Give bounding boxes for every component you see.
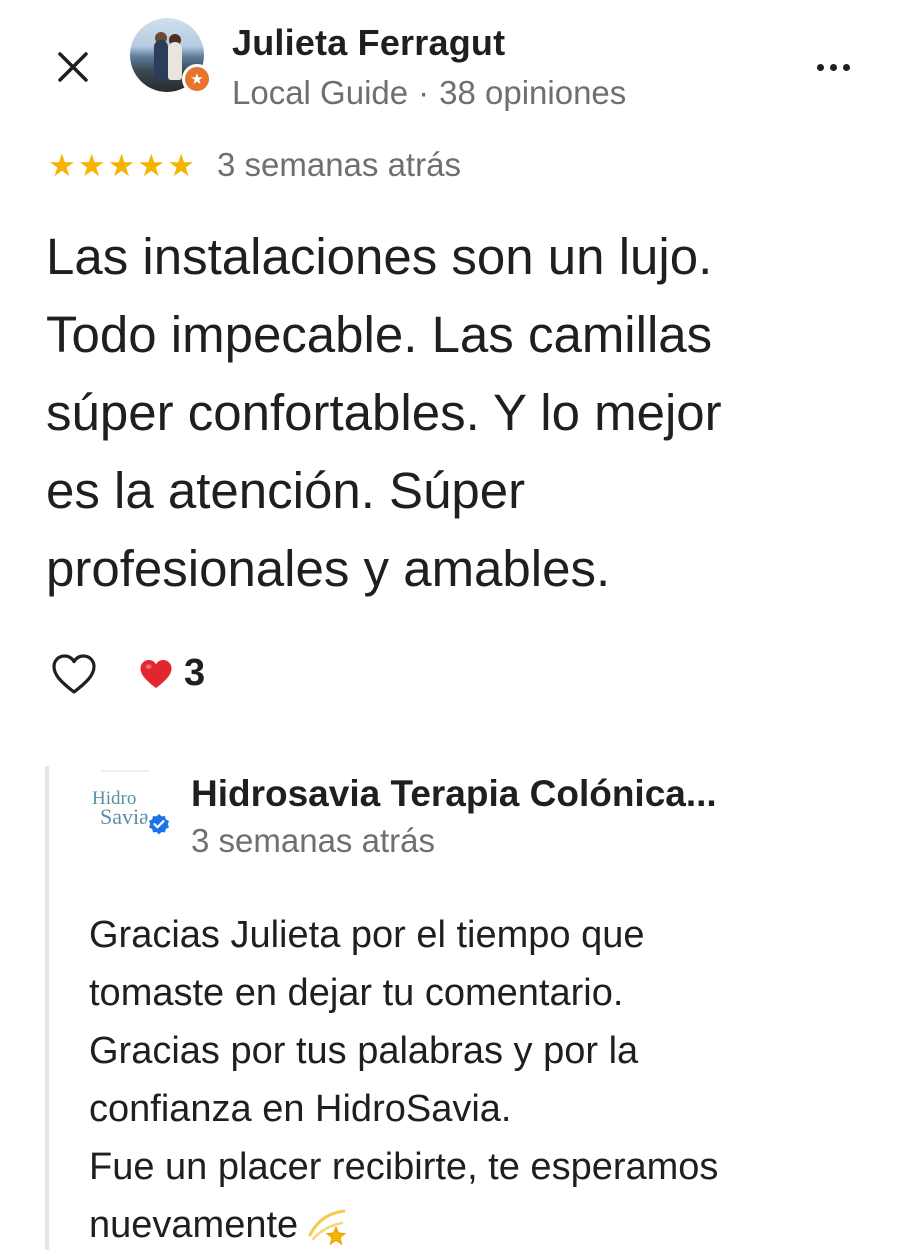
review-date: 3 semanas atrás xyxy=(216,146,461,183)
reaction-summary[interactable]: 3 xyxy=(138,652,205,695)
star-icon: ★ xyxy=(137,147,166,183)
owner-reply-text: Gracias Julieta por el tiempo que tomast… xyxy=(89,906,869,1250)
star-icon: ★ xyxy=(77,147,106,183)
red-heart-icon xyxy=(138,656,174,692)
owner-name[interactable]: Hidrosavia Terapia Colónica... xyxy=(191,773,717,815)
dizzy-star-emoji-icon xyxy=(304,1204,350,1246)
star-icon: ★ xyxy=(167,147,195,183)
owner-reply-body: Gracias Julieta por el tiempo que tomast… xyxy=(89,914,719,1246)
local-guide-badge-icon: ★ xyxy=(182,64,212,94)
owner-reply-date: 3 semanas atrás xyxy=(191,822,435,859)
reviews-count: 38 opiniones xyxy=(439,74,627,111)
star-rating: ★ ★ ★ ★ ★ xyxy=(48,150,195,181)
star-icon: ★ xyxy=(107,147,136,183)
like-button[interactable] xyxy=(48,650,100,698)
close-button[interactable] xyxy=(52,46,94,88)
close-icon xyxy=(58,52,88,82)
reviewer-avatar[interactable]: ★ xyxy=(130,18,212,94)
verified-check-icon xyxy=(146,812,172,838)
heart-outline-icon xyxy=(52,654,96,694)
reviewer-name[interactable]: Julieta Ferragut xyxy=(232,22,505,64)
reaction-count: 3 xyxy=(184,652,206,694)
review-text: Las instalaciones son un lujo. Todo impe… xyxy=(46,228,722,597)
star-icon: ★ xyxy=(48,147,76,183)
local-guide-label: Local Guide xyxy=(232,74,409,111)
more-options-button[interactable] xyxy=(800,45,866,89)
rating-row: ★ ★ ★ ★ ★ 3 semanas atrás xyxy=(48,146,461,184)
meta-separator: · xyxy=(418,74,430,111)
more-vert-icon xyxy=(816,63,824,71)
reply-divider xyxy=(45,766,49,1250)
logo-text-savia: Savia xyxy=(100,804,149,829)
reviewer-meta: Local Guide · 38 opiniones xyxy=(232,74,626,112)
